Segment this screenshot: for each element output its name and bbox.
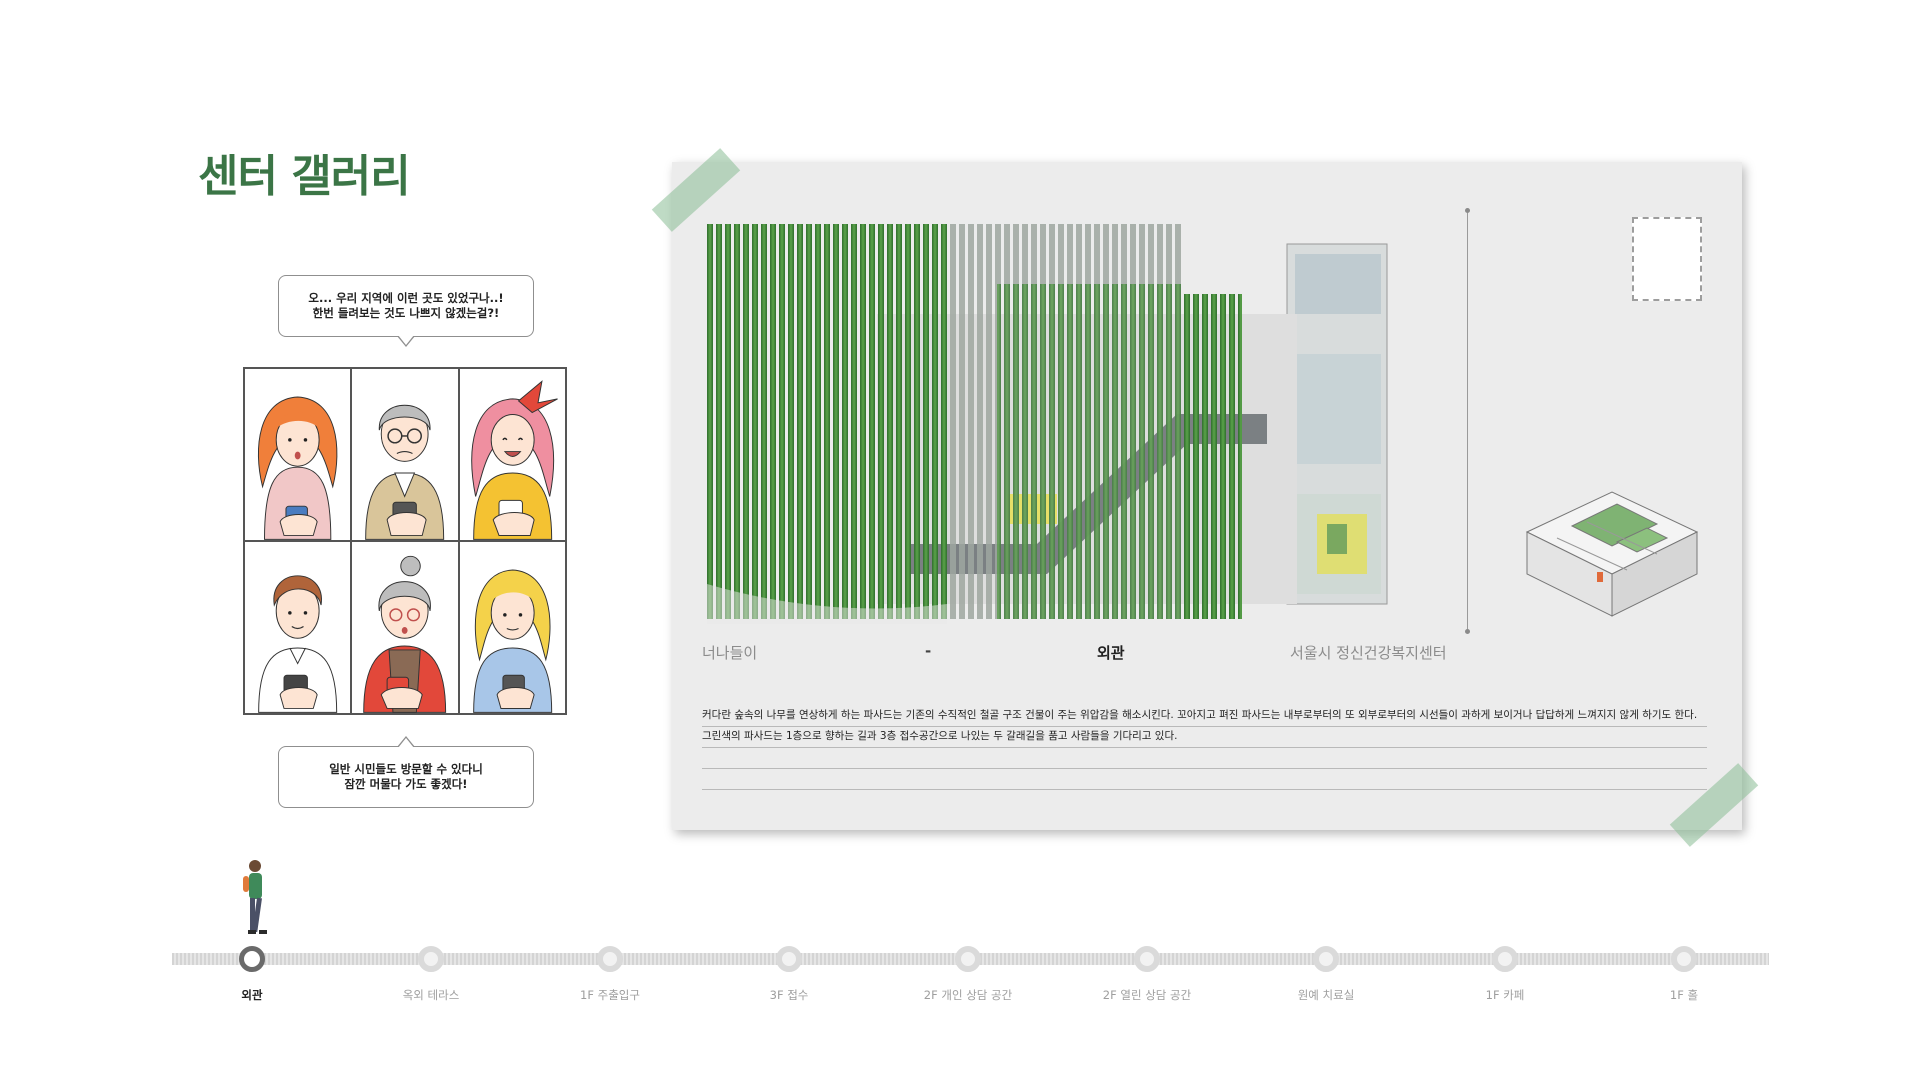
speech-line: 오... 우리 지역에 이런 곳도 있었구나..! xyxy=(308,291,504,305)
citizen-illustration-1 xyxy=(244,368,352,541)
page-title: 센터 갤러리 xyxy=(198,151,411,202)
postcard-divider xyxy=(1465,208,1470,634)
citizen-illustration-5 xyxy=(351,541,459,714)
timeline-stop-label[interactable]: 3F 접수 xyxy=(770,987,809,1003)
citizen-illustration-grid xyxy=(243,367,567,715)
timeline-stop-label[interactable]: 외관 xyxy=(241,987,262,1003)
timeline-stop-label[interactable]: 원예 치료실 xyxy=(1298,987,1355,1003)
timeline-stop[interactable] xyxy=(1671,946,1697,972)
description-line xyxy=(702,769,1707,790)
timeline-stop[interactable] xyxy=(955,946,981,972)
speech-bubble-bottom: 일반 시민들도 방문할 수 있다니 잠깐 머물다 가도 좋겠다! xyxy=(278,736,534,808)
caption-separator: - xyxy=(925,642,932,660)
caption-center-nickname: 너나들이 xyxy=(702,644,758,662)
speech-line: 잠깐 머물다 가도 좋겠다! xyxy=(344,777,468,791)
timeline-stop-label[interactable]: 옥외 테라스 xyxy=(403,987,460,1003)
timeline-stop[interactable] xyxy=(1134,946,1160,972)
timeline-stop-label[interactable]: 2F 열린 상담 공간 xyxy=(1103,987,1191,1003)
description-line: 커다란 숲속의 나무를 연상하게 하는 파사드는 기존의 수직적인 철골 구조 … xyxy=(702,706,1707,727)
description-line: 그린색의 파사드는 1층으로 향하는 길과 3층 접수공간으로 나있는 두 갈래… xyxy=(702,727,1707,748)
timeline-stop[interactable] xyxy=(1492,946,1518,972)
citizen-illustration-3 xyxy=(458,368,566,541)
timeline-stop[interactable] xyxy=(776,946,802,972)
description-line xyxy=(702,748,1707,769)
caption-location: 외관 xyxy=(1097,644,1125,662)
timeline-stop-label[interactable]: 1F 주출입구 xyxy=(580,987,640,1003)
isometric-floorplan-icon[interactable] xyxy=(1517,482,1707,622)
timeline-stop[interactable] xyxy=(418,946,444,972)
description-lines: 커다란 숲속의 나무를 연상하게 하는 파사드는 기존의 수직적인 철골 구조 … xyxy=(702,706,1707,790)
timeline-stop-label[interactable]: 2F 개인 상담 공간 xyxy=(924,987,1012,1003)
timeline-stop-label[interactable]: 1F 카페 xyxy=(1486,987,1525,1003)
caption-center-name: 서울시 정신건강복지센터 xyxy=(1290,644,1447,662)
speech-line: 한번 들려보는 것도 나쁘지 않겠는걸?! xyxy=(312,306,500,320)
timeline-stop[interactable] xyxy=(239,946,265,972)
timeline-stop[interactable] xyxy=(1313,946,1339,972)
gallery-postcard: 너나들이 - 외관 서울시 정신건강복지센터 커다란 숲속의 나무를 연상하게 … xyxy=(672,162,1742,830)
building-exterior-photo[interactable] xyxy=(707,224,1452,624)
walking-person-icon xyxy=(243,860,267,934)
timeline-stop-label[interactable]: 1F 홀 xyxy=(1670,987,1698,1003)
timeline-stop[interactable] xyxy=(597,946,623,972)
citizen-illustration-6 xyxy=(458,541,566,714)
speech-bubble-top: 오... 우리 지역에 이런 곳도 있었구나..! 한번 들려보는 것도 나쁘지… xyxy=(278,275,534,347)
citizen-illustration-4 xyxy=(244,541,352,714)
citizen-illustration-2 xyxy=(351,368,459,541)
postage-stamp xyxy=(1632,217,1702,301)
speech-line: 일반 시민들도 방문할 수 있다니 xyxy=(329,762,483,776)
